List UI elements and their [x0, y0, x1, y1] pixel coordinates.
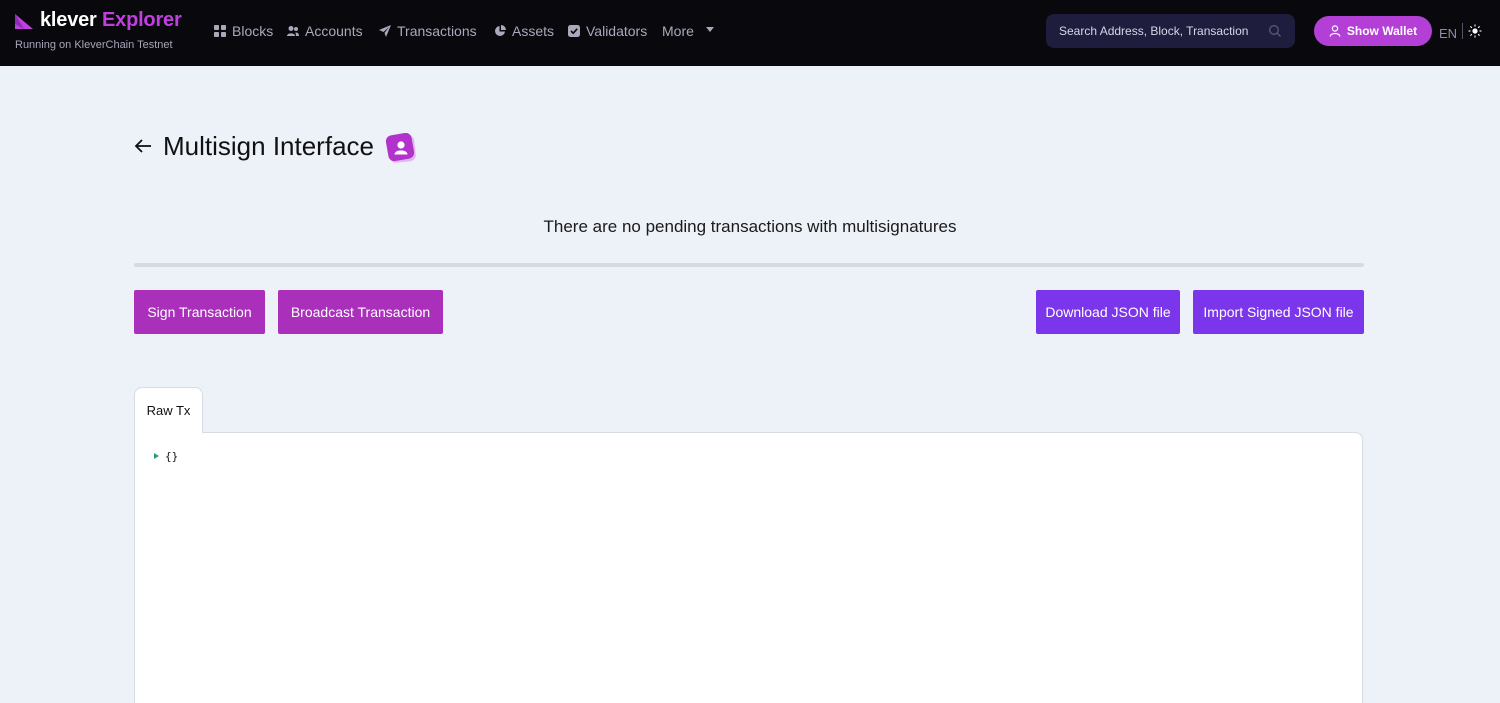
nav-label: Blocks: [232, 23, 274, 39]
page-title: Multisign Interface: [163, 131, 374, 161]
language-selector[interactable]: EN: [1439, 26, 1457, 41]
grid-icon: [214, 25, 226, 37]
nav-item-assets[interactable]: Assets: [494, 22, 554, 40]
chevron-down-icon[interactable]: [706, 27, 714, 32]
network-subtitle: Running on KleverChain Testnet: [15, 39, 173, 51]
show-wallet-label: Show Wallet: [1346, 24, 1418, 38]
nav-item-more[interactable]: More: [662, 22, 694, 40]
check-square-icon: [568, 25, 580, 37]
users-icon: [287, 26, 299, 36]
section-divider: [134, 263, 1364, 267]
nav-item-transactions[interactable]: Transactions: [379, 22, 477, 40]
nav-item-blocks[interactable]: Blocks: [214, 22, 273, 40]
show-wallet-button[interactable]: Show Wallet: [1314, 16, 1432, 46]
search-icon[interactable]: [1268, 24, 1282, 38]
empty-state-message: There are no pending transactions with m…: [543, 217, 957, 236]
sun-icon[interactable]: [1468, 24, 1482, 38]
multisign-badge-icon: [386, 133, 416, 163]
user-icon: [1329, 25, 1341, 37]
navbar-divider: [1462, 23, 1463, 39]
pie-chart-icon: [495, 25, 506, 36]
nav-item-accounts[interactable]: Accounts: [287, 22, 363, 40]
download-json-button[interactable]: Download JSON file: [1036, 290, 1180, 334]
search-input[interactable]: [1046, 14, 1266, 48]
nav-label: Transactions: [397, 23, 477, 39]
nav-label: More: [662, 23, 694, 39]
back-arrow-icon[interactable]: [134, 138, 152, 154]
paper-plane-icon: [379, 25, 391, 37]
top-navbar: klever Explorer Running on KleverChain T…: [0, 0, 1500, 66]
import-signed-json-button[interactable]: Import Signed JSON file: [1193, 290, 1364, 334]
klever-logo-icon: [15, 14, 33, 29]
nav-label: Accounts: [305, 23, 363, 39]
brand-name: klever Explorer: [40, 9, 182, 31]
broadcast-transaction-button[interactable]: Broadcast Transaction: [278, 290, 443, 334]
raw-tx-panel: {}: [134, 432, 1363, 703]
json-expand-caret-icon[interactable]: [154, 453, 159, 459]
nav-label: Validators: [586, 23, 648, 39]
nav-item-validators[interactable]: Validators: [568, 22, 647, 40]
nav-label: Assets: [512, 23, 555, 39]
search-box: [1046, 14, 1295, 48]
tab-raw-tx[interactable]: Raw Tx: [134, 387, 203, 433]
sign-transaction-button[interactable]: Sign Transaction: [134, 290, 265, 334]
raw-tx-json: {}: [165, 450, 179, 463]
